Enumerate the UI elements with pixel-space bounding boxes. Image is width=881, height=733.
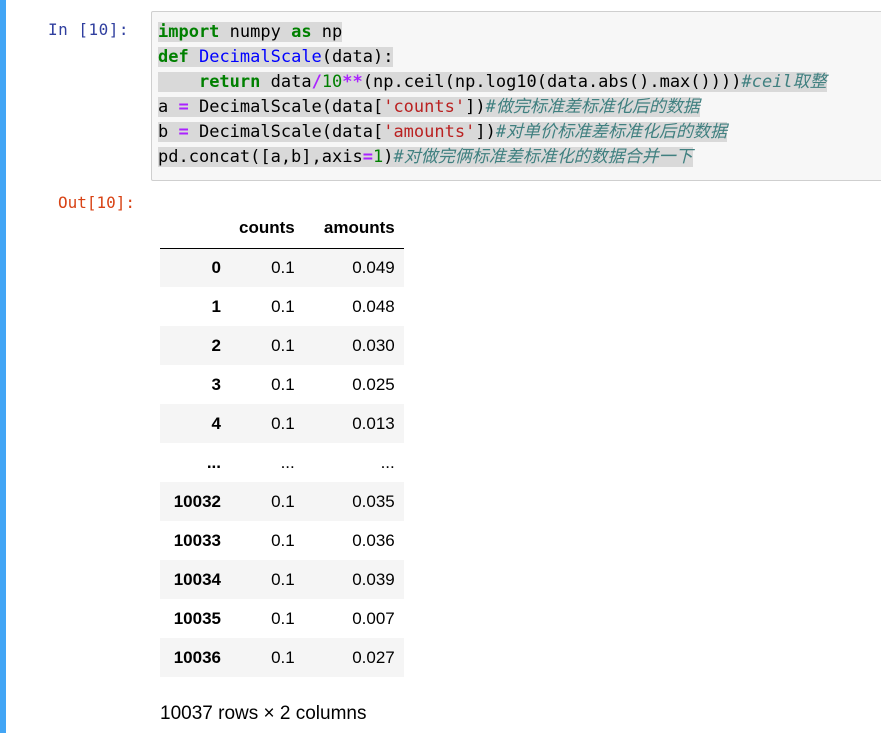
code-line: pd.concat([a,b],axis=1)#对做完俩标准差标准化的数据合并一…: [158, 145, 827, 170]
code-token: ]): [475, 122, 496, 142]
table-shape-summary: 10037 rows × 2 columns: [160, 703, 367, 724]
code-token: data: [260, 72, 312, 92]
code-token: return: [198, 72, 261, 92]
column-header-amounts: amounts: [303, 208, 404, 249]
code-token: as: [291, 22, 312, 42]
cell-counts: 0.1: [271, 296, 295, 316]
code-token: import: [158, 22, 220, 42]
code-token: np: [311, 22, 343, 42]
cell-selected-indicator: [0, 0, 6, 733]
cell-amounts: 0.027: [352, 647, 395, 667]
code-line: def DecimalScale(data):: [158, 45, 827, 70]
code-editor[interactable]: import numpy as np def DecimalScale(data)…: [158, 20, 827, 170]
code-token: ]): [465, 97, 486, 117]
code-token: DecimalScale: [198, 47, 322, 67]
code-token: #对做完俩标准差标准化的数据合并一下: [393, 147, 693, 167]
cell-amounts: 0.049: [352, 257, 395, 277]
code-line: return data/10**(np.ceil(np.log10(data.a…: [158, 70, 827, 95]
code-line: import numpy as np: [158, 20, 827, 45]
dataframe-table: counts amounts 0 0.1 0.049 1 0.1 0.048 2 0.1 0.0…: [160, 208, 404, 677]
row-index: ...: [206, 452, 221, 472]
table-row: 10034 0.1 0.039: [160, 560, 404, 599]
row-index: 10035: [173, 608, 221, 628]
output-prompt: Out[10]:: [58, 193, 136, 212]
code-token: b: [158, 122, 179, 142]
table-row: 0 0.1 0.049: [160, 248, 404, 287]
code-token: =: [178, 97, 189, 117]
cell-counts: ...: [280, 452, 295, 472]
code-token: 'amounts': [383, 122, 476, 142]
cell-counts: 0.1: [271, 647, 295, 667]
code-token: 10: [321, 72, 343, 92]
code-token: 1: [372, 147, 384, 167]
row-index: 10033: [173, 530, 221, 550]
cell-counts: 0.1: [271, 608, 295, 628]
code-token: #ceil取整: [741, 72, 827, 92]
cell-amounts: 0.035: [352, 491, 395, 511]
code-token: DecimalScale(data[: [188, 97, 384, 117]
row-index: 10036: [173, 647, 221, 667]
cell-amounts: 0.013: [352, 413, 395, 433]
table-row: .........: [160, 443, 404, 482]
cell-counts: 0.1: [271, 530, 295, 550]
cell-counts: 0.1: [271, 374, 295, 394]
table-row: 1 0.1 0.048: [160, 287, 404, 326]
cell-counts: 0.1: [271, 257, 295, 277]
cell-amounts: 0.030: [352, 335, 395, 355]
row-index: 0: [211, 257, 221, 277]
code-token: =: [178, 122, 189, 142]
table-row: 10032 0.1 0.035: [160, 482, 404, 521]
code-token: (np.ceil(np.log10(data.abs().max()))): [362, 72, 742, 92]
code-token: pd.concat([a,b],axis: [158, 147, 363, 167]
table-row: 4 0.1 0.013: [160, 404, 404, 443]
code-token: (data):: [321, 47, 394, 67]
code-token: def: [158, 47, 189, 67]
code-token: #做完标准差标准化后的数据: [485, 97, 700, 117]
row-index: 4: [211, 413, 221, 433]
cell-counts: 0.1: [271, 335, 295, 355]
table-row: 10033 0.1 0.036: [160, 521, 404, 560]
cell-counts: 0.1: [271, 569, 295, 589]
code-token: 'counts': [383, 97, 466, 117]
cell-amounts: 0.039: [352, 569, 395, 589]
cell-counts: 0.1: [271, 491, 295, 511]
table-row: 10036 0.1 0.027: [160, 638, 404, 677]
index-header: [160, 208, 230, 249]
code-token: =: [362, 147, 373, 167]
cell-amounts: 0.025: [352, 374, 395, 394]
column-header-counts: counts: [230, 208, 304, 249]
row-index: 10032: [173, 491, 221, 511]
code-token: ): [383, 147, 394, 167]
code-token: #对单价标准差标准化后的数据: [495, 122, 728, 142]
input-prompt: In [10]:: [48, 20, 130, 39]
cell-amounts: ...: [380, 452, 395, 472]
cell-amounts: 0.036: [352, 530, 395, 550]
table-header-row: counts amounts: [160, 208, 404, 249]
row-index: 2: [211, 335, 221, 355]
code-token: a: [158, 97, 179, 117]
code-token: DecimalScale(data[: [188, 122, 384, 142]
row-index: 1: [211, 296, 221, 316]
table-row: 10035 0.1 0.007: [160, 599, 404, 638]
code-line: b = DecimalScale(data['amounts'])#对单价标准差…: [158, 120, 827, 145]
table-row: 3 0.1 0.025: [160, 365, 404, 404]
table-row: 2 0.1 0.030: [160, 326, 404, 365]
cell-amounts: 0.048: [352, 296, 395, 316]
code-line: a = DecimalScale(data['counts'])#做完标准差标准…: [158, 95, 827, 120]
code-token: /: [311, 72, 322, 92]
cell-amounts: 0.007: [352, 608, 395, 628]
row-index: 3: [211, 374, 221, 394]
cell-counts: 0.1: [271, 413, 295, 433]
code-token: **: [342, 72, 363, 92]
row-index: 10034: [173, 569, 221, 589]
code-token: numpy: [219, 22, 292, 42]
